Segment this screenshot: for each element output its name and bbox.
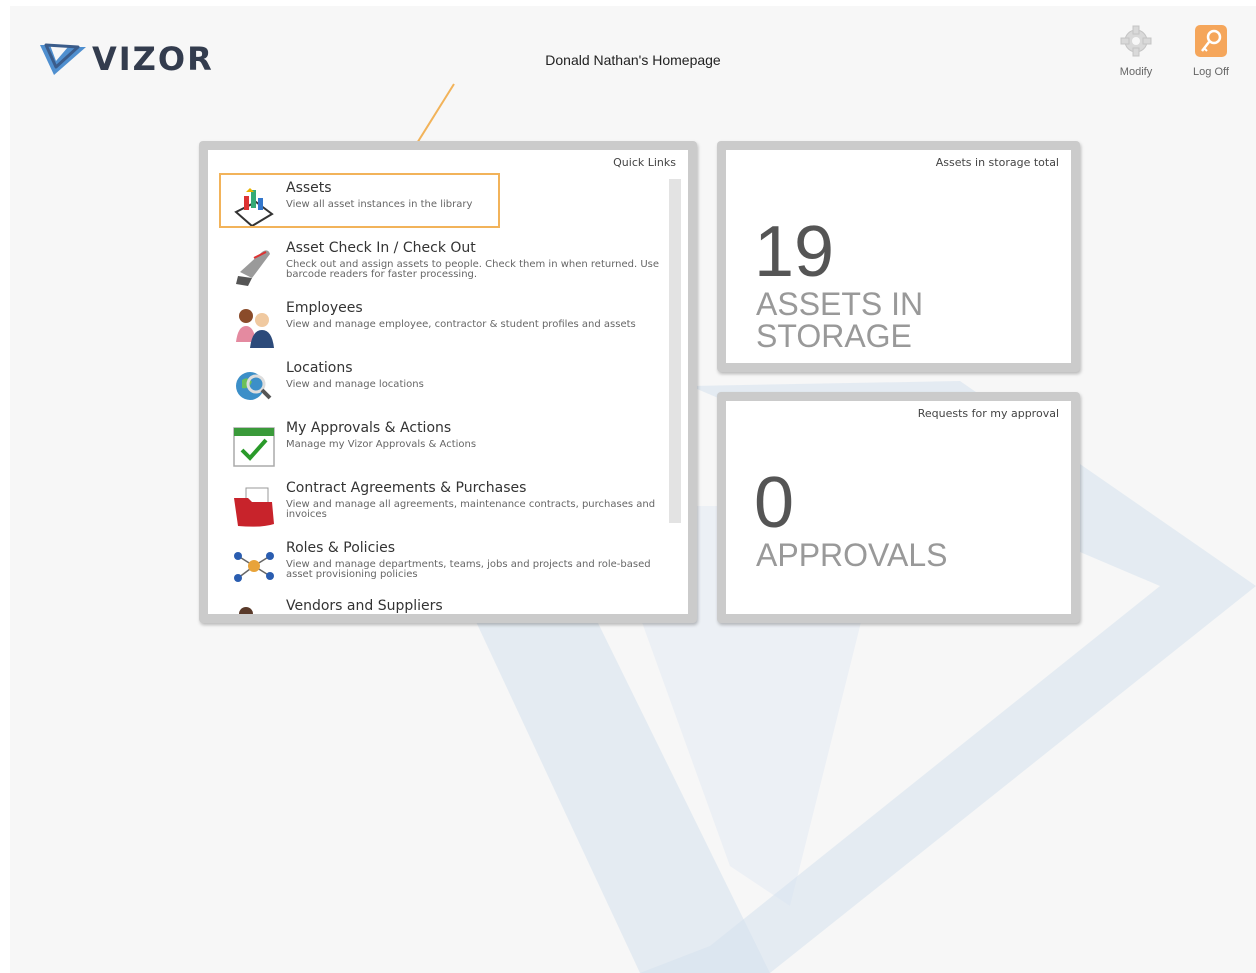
quick-link-description: View and manage departments, teams, jobs…: [286, 559, 651, 580]
modify-label: Modify: [1119, 66, 1153, 78]
approvals-content: Requests for my approval 0 APPROVALS: [726, 401, 1071, 614]
quick-links-panel: Quick Links Assets View all asset instan…: [199, 141, 697, 623]
modify-button[interactable]: Modify: [1111, 24, 1161, 78]
key-icon: [1195, 25, 1227, 57]
quick-link-description: View and manage employee, contractor & s…: [286, 319, 636, 330]
quick-link-title: Locations: [286, 360, 353, 376]
quick-link-description: Manage my Vizor Approvals & Actions: [286, 439, 477, 450]
quick-link-title: Vendors and Suppliers: [286, 598, 443, 614]
gear-icon: [1120, 25, 1152, 57]
vendors-icon: [239, 607, 253, 614]
quick-link-title: My Approvals & Actions: [286, 420, 452, 436]
log-off-label: Log Off: [1193, 66, 1229, 78]
quick-link-vendors-suppliers[interactable]: Vendors and Suppliers: [222, 596, 652, 614]
approvals-value: 0: [754, 463, 795, 543]
quick-links-title: Quick Links: [613, 156, 676, 169]
employees-icon: [236, 309, 274, 348]
quick-links-scrollbar[interactable]: [669, 179, 681, 523]
assets-in-storage-label: ASSETS IN STORAGE: [756, 286, 924, 354]
approvals-label: APPROVALS: [756, 537, 948, 573]
quick-link-contract-agreements-purchases[interactable]: Contract Agreements & Purchases View and…: [222, 478, 655, 534]
quick-link-title: Roles & Policies: [286, 540, 396, 556]
globe-search-icon: [236, 372, 272, 400]
quick-link-assets[interactable]: Assets View all asset instances in the l…: [222, 178, 652, 234]
network-icon: [234, 552, 274, 582]
quick-link-description: View and manage locations: [286, 379, 424, 390]
assets-in-storage-value: 19: [754, 212, 835, 292]
widget-title: Requests for my approval: [917, 407, 1059, 420]
widget-title: Assets in storage total: [935, 156, 1059, 169]
quick-link-title: Asset Check In / Check Out: [286, 240, 476, 256]
calendar-check-icon: [233, 427, 275, 467]
quick-link-title: Employees: [286, 300, 363, 316]
quick-link-description: View and manage all agreements, maintena…: [286, 499, 656, 520]
assets-in-storage-content: Assets in storage total 19 ASSETS IN STO…: [726, 150, 1071, 363]
quick-link-employees[interactable]: Employees View and manage employee, cont…: [222, 298, 652, 354]
quick-link-my-approvals-actions[interactable]: My Approvals & Actions Manage my Vizor A…: [222, 418, 652, 474]
homepage: VIZOR Donald Nathan's Homepage Modify Lo…: [10, 6, 1256, 973]
assets-in-storage-widget[interactable]: Assets in storage total 19 ASSETS IN STO…: [717, 141, 1080, 372]
quick-link-title: Assets: [286, 180, 332, 196]
assets-icon: [234, 188, 274, 228]
log-off-button[interactable]: Log Off: [1186, 24, 1236, 78]
page-title: Donald Nathan's Homepage: [545, 52, 721, 68]
approvals-widget[interactable]: Requests for my approval 0 APPROVALS: [717, 392, 1080, 623]
quick-link-description: View all asset instances in the library: [286, 199, 473, 210]
folder-documents-icon: [234, 487, 274, 527]
quick-links-content: Quick Links Assets View all asset instan…: [208, 150, 688, 614]
quick-link-locations[interactable]: Locations View and manage locations: [222, 358, 652, 414]
quick-link-roles-policies[interactable]: Roles & Policies View and manage departm…: [222, 538, 652, 594]
quick-link-asset-check-in-out[interactable]: Asset Check In / Check Out Check out and…: [222, 238, 659, 294]
barcode-scanner-icon: [236, 250, 270, 286]
quick-link-title: Contract Agreements & Purchases: [286, 480, 527, 496]
quick-link-description: Check out and assign assets to people. C…: [286, 259, 660, 280]
